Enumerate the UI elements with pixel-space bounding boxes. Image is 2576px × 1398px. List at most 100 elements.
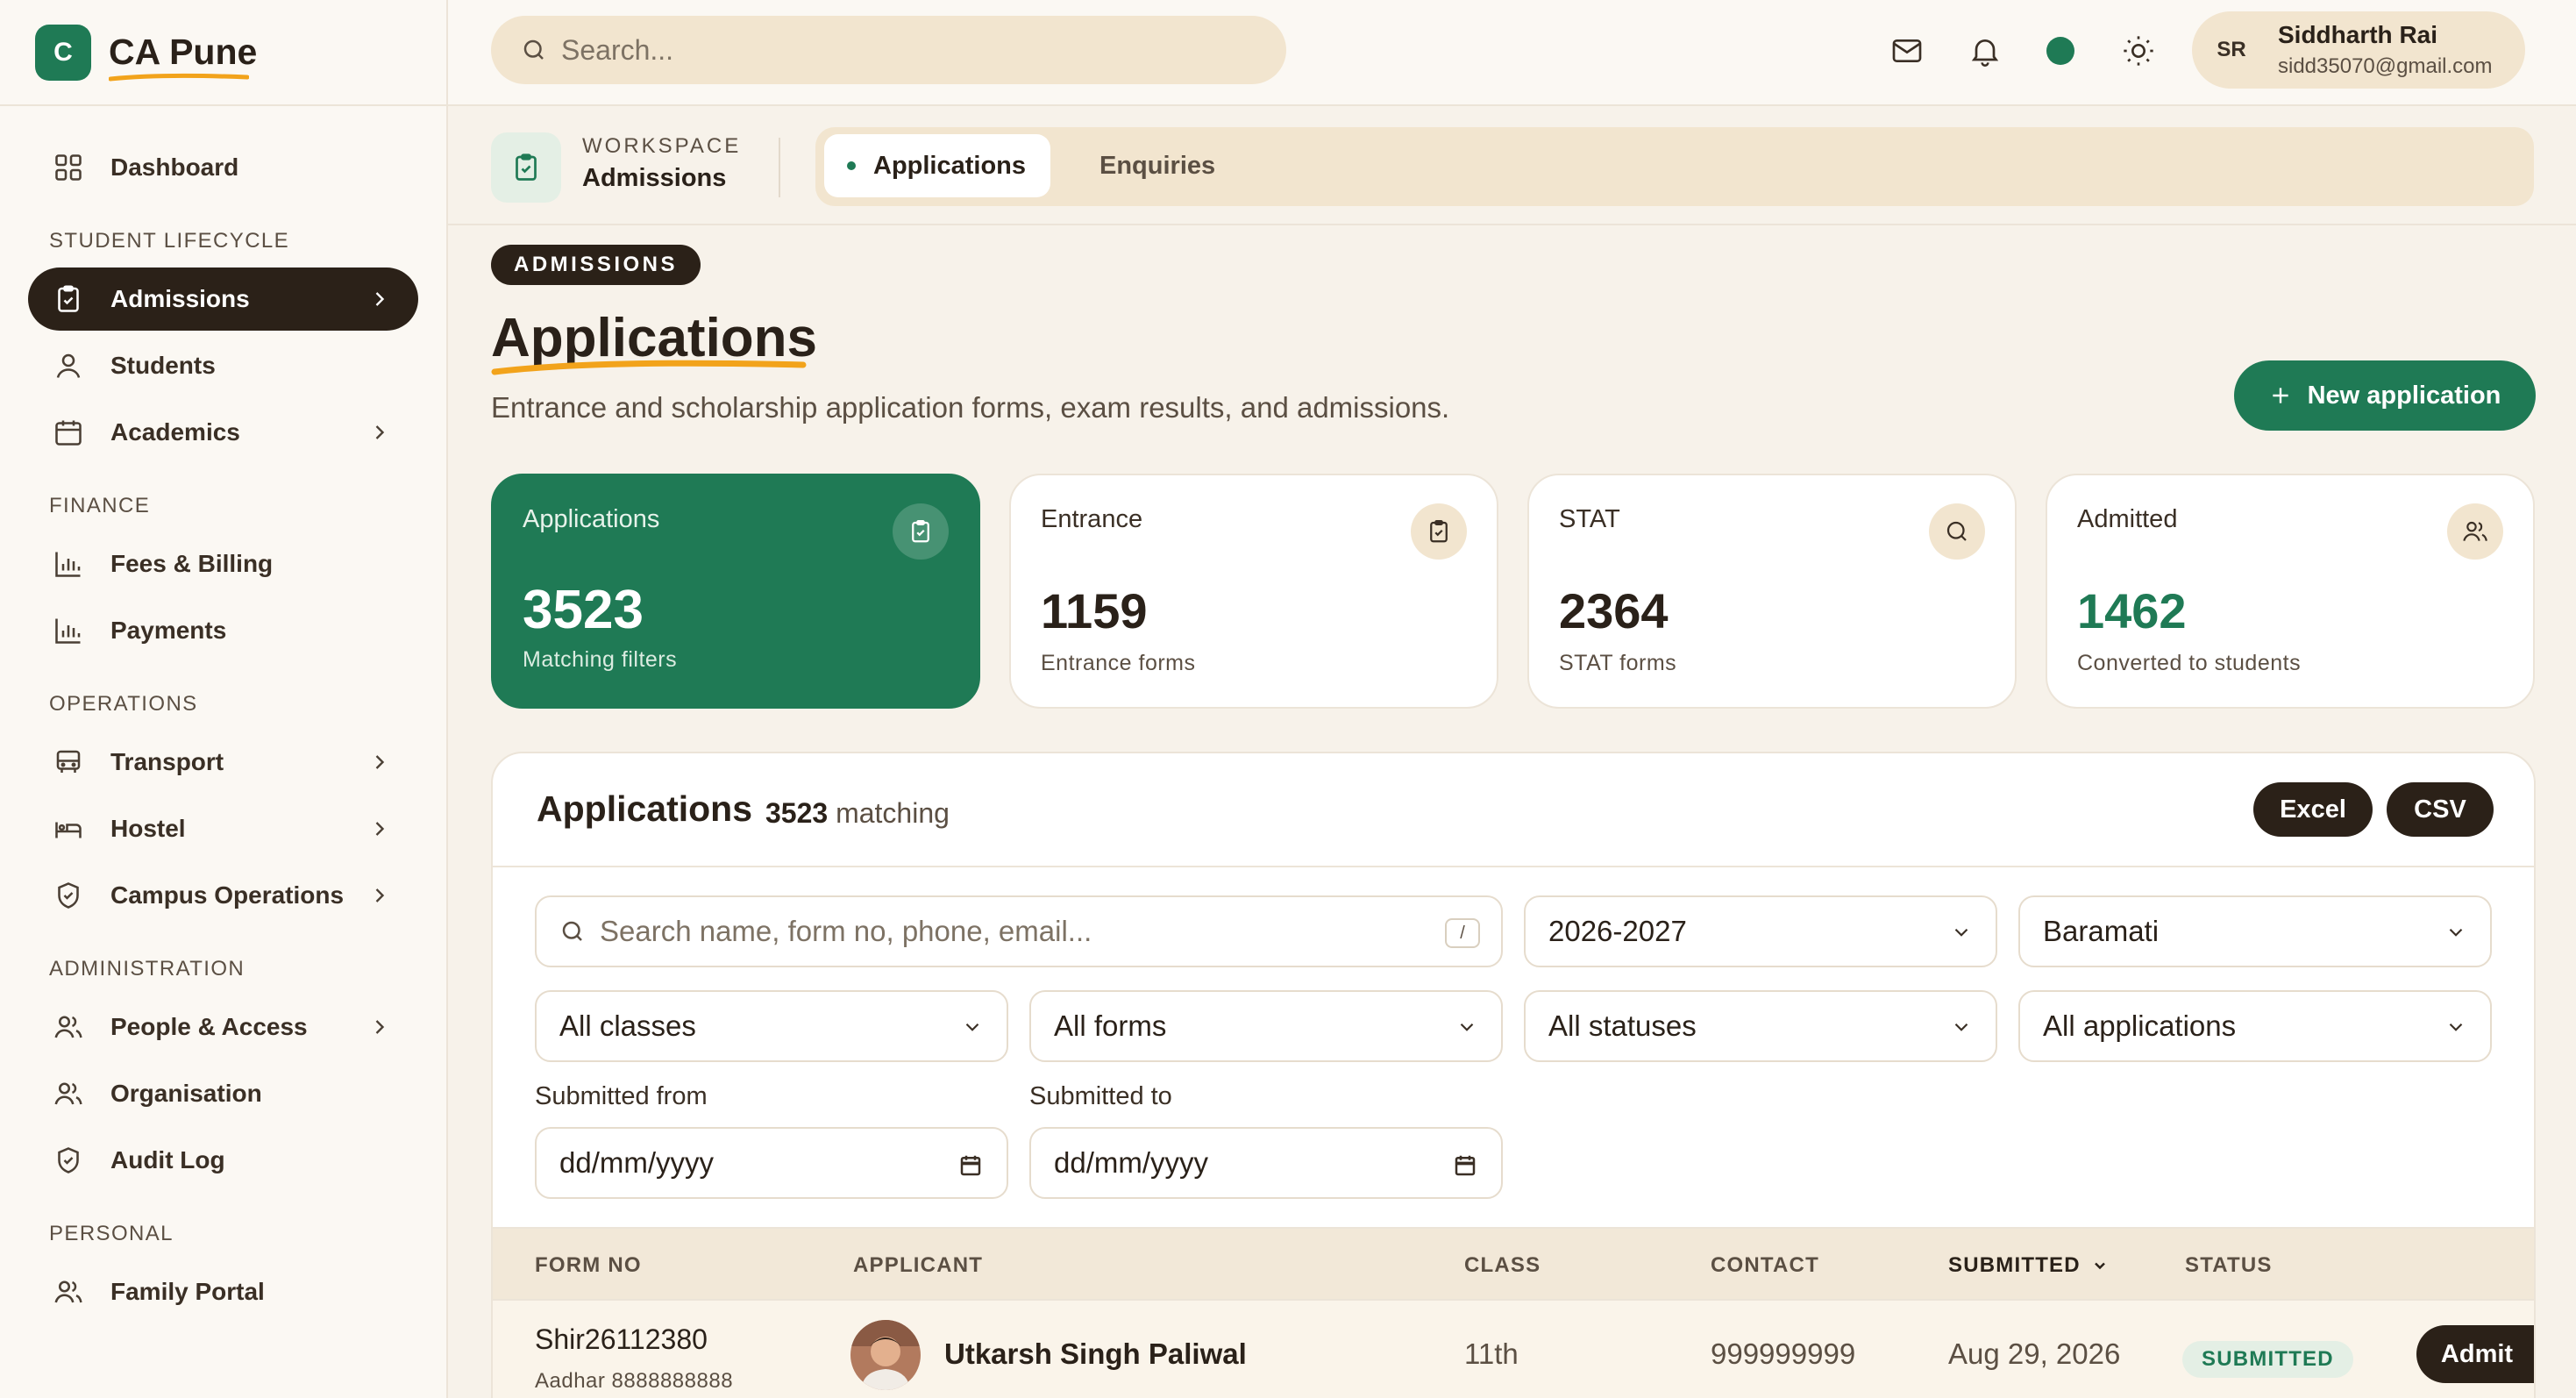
aadhar-number: Aadhar 8888888888	[535, 1369, 734, 1393]
column-class[interactable]: CLASS	[1464, 1253, 1541, 1278]
chevron-right-icon	[375, 292, 385, 306]
clipboard-check-icon	[912, 520, 929, 543]
panel-header: Applications 3523 matching Excel CSV	[493, 753, 2534, 867]
tab-applications[interactable]: Applications	[824, 134, 1051, 197]
users-icon	[54, 1016, 82, 1038]
chevron-right-icon	[375, 1020, 385, 1034]
calendar-icon[interactable]	[1452, 1152, 1478, 1179]
stat-hint: Converted to students	[2077, 651, 2302, 675]
stat-label: STAT	[1559, 505, 1620, 533]
column-applicant[interactable]: APPLICANT	[853, 1253, 983, 1278]
table-row[interactable]: Shir26112380 Aadhar 8888888888 Utkarsh S…	[493, 1301, 2534, 1398]
column-contact[interactable]: CONTACT	[1711, 1253, 1819, 1278]
tab-enquiries[interactable]: Enquiries	[1099, 134, 1215, 197]
status-badge: SUBMITTED	[2182, 1341, 2353, 1378]
admit-button[interactable]: Admit	[2416, 1325, 2534, 1383]
stat-label: Admitted	[2077, 505, 2178, 533]
sidebar-item-label: Hostel	[110, 815, 186, 842]
table-header: FORM NO APPLICANT CLASS CONTACT SUBMITTE…	[493, 1227, 2534, 1301]
year-select[interactable]: 2026-2027	[1524, 895, 1997, 967]
column-status[interactable]: STATUS	[2185, 1253, 2273, 1278]
search-shortcut-hint: /	[1445, 918, 1480, 948]
stat-icon	[1929, 503, 1985, 560]
bed-icon	[55, 822, 82, 838]
status-select[interactable]: All statuses	[1524, 990, 1997, 1062]
chevron-down-icon	[1954, 928, 1968, 937]
new-application-button[interactable]: New application	[2234, 360, 2536, 431]
export-excel-button[interactable]: Excel	[2253, 782, 2373, 837]
brand-name: CA Pune	[109, 34, 257, 82]
clipboard-check-icon	[58, 285, 79, 312]
date-placeholder: dd/mm/yyyy	[1054, 1146, 1209, 1179]
sidebar-item-payments[interactable]: Payments	[28, 599, 418, 662]
sidebar-item-audit-log[interactable]: Audit Log	[28, 1129, 418, 1192]
stat-card-stat[interactable]: STAT 2364 STAT forms	[1527, 474, 2017, 709]
form-no: Shir26112380	[535, 1323, 708, 1355]
new-application-label: New application	[2307, 381, 2501, 410]
bar-chart-icon	[55, 618, 81, 644]
sidebar-item-organisation[interactable]: Organisation	[28, 1062, 418, 1125]
form-select-value: All forms	[1054, 1009, 1167, 1042]
sidebar-item-fees-billing[interactable]: Fees & Billing	[28, 532, 418, 596]
mail-icon[interactable]	[1889, 33, 1925, 68]
submitted-to-date-input[interactable]: dd/mm/yyyy	[1029, 1127, 1503, 1199]
brand-logo: C	[35, 24, 91, 81]
calendar-icon[interactable]	[957, 1152, 984, 1179]
sidebar-item-label: Admissions	[110, 285, 250, 312]
bell-icon[interactable]	[1968, 33, 2003, 68]
search-icon	[1946, 521, 1967, 541]
export-csv-button[interactable]: CSV	[2387, 782, 2494, 837]
stat-value: 1462	[2077, 583, 2187, 638]
stat-icon	[893, 503, 949, 560]
brand[interactable]: C CA Pune	[0, 0, 446, 106]
sidebar-item-dashboard[interactable]: Dashboard	[28, 136, 418, 199]
chevron-down-icon	[965, 1023, 979, 1031]
sidebar-item-label: Organisation	[110, 1080, 262, 1107]
column-submitted[interactable]: SUBMITTED	[1948, 1253, 2109, 1278]
applicant-name[interactable]: Utkarsh Singh Paliwal	[944, 1337, 1247, 1371]
bar-chart-icon	[55, 552, 81, 577]
stat-label: Entrance	[1041, 505, 1143, 533]
class-select[interactable]: All classes	[535, 990, 1008, 1062]
sidebar-item-admissions[interactable]: Admissions	[28, 267, 418, 331]
sidebar-nav: Dashboard STUDENT LIFECYCLE Admissions S…	[0, 106, 446, 1323]
submitted-to-label: Submitted to	[1029, 1082, 1172, 1110]
stat-card-applications[interactable]: Applications 3523 Matching filters	[491, 474, 980, 709]
user-menu[interactable]: SR Siddharth Rai sidd35070@gmail.com	[2192, 11, 2525, 89]
campus-select[interactable]: Baramati	[2018, 895, 2492, 967]
sidebar-item-transport[interactable]: Transport	[28, 731, 418, 794]
chevron-right-icon	[375, 425, 385, 439]
stat-card-entrance[interactable]: Entrance 1159 Entrance forms	[1009, 474, 1498, 709]
sidebar-item-hostel[interactable]: Hostel	[28, 797, 418, 860]
sidebar-item-family-portal[interactable]: Family Portal	[28, 1260, 418, 1323]
form-select[interactable]: All forms	[1029, 990, 1503, 1062]
stat-hint: STAT forms	[1559, 651, 1677, 675]
column-form-no[interactable]: FORM NO	[535, 1253, 642, 1278]
submitted-from-date-input[interactable]: dd/mm/yyyy	[535, 1127, 1008, 1199]
sidebar-item-label: Audit Log	[110, 1146, 225, 1173]
applications-search-input[interactable]: Search name, form no, phone, email... /	[535, 895, 1503, 967]
column-submitted-label: SUBMITTED	[1948, 1253, 2081, 1277]
section-badge: ADMISSIONS	[491, 245, 701, 285]
sidebar-item-academics[interactable]: Academics	[28, 401, 418, 464]
calendar-icon	[55, 420, 82, 446]
chevron-down-icon	[2449, 1023, 2463, 1031]
sidebar-item-campus-operations[interactable]: Campus Operations	[28, 864, 418, 927]
application-type-select[interactable]: All applications	[2018, 990, 2492, 1062]
stat-icon	[2447, 503, 2503, 560]
sidebar-item-people-access[interactable]: People & Access	[28, 995, 418, 1059]
result-count: 3523 matching	[765, 797, 950, 830]
status-dot[interactable]	[2046, 37, 2074, 65]
global-search-input[interactable]: Search...	[491, 16, 1286, 84]
sidebar-section-operations: OPERATIONS	[49, 692, 198, 716]
stat-card-admitted[interactable]: Admitted 1462 Converted to students	[2046, 474, 2535, 709]
chevron-right-icon	[375, 755, 385, 769]
topbar: Search... SR Siddharth Rai sidd35070@gma…	[448, 0, 2576, 106]
clipboard-check-icon	[1430, 520, 1448, 543]
stat-value: 2364	[1559, 583, 1669, 638]
sidebar-item-students[interactable]: Students	[28, 334, 418, 397]
chevron-down-icon	[1954, 1023, 1968, 1031]
users-icon	[54, 1082, 82, 1105]
sun-icon[interactable]	[2121, 33, 2156, 68]
shield-check-icon	[58, 882, 79, 909]
